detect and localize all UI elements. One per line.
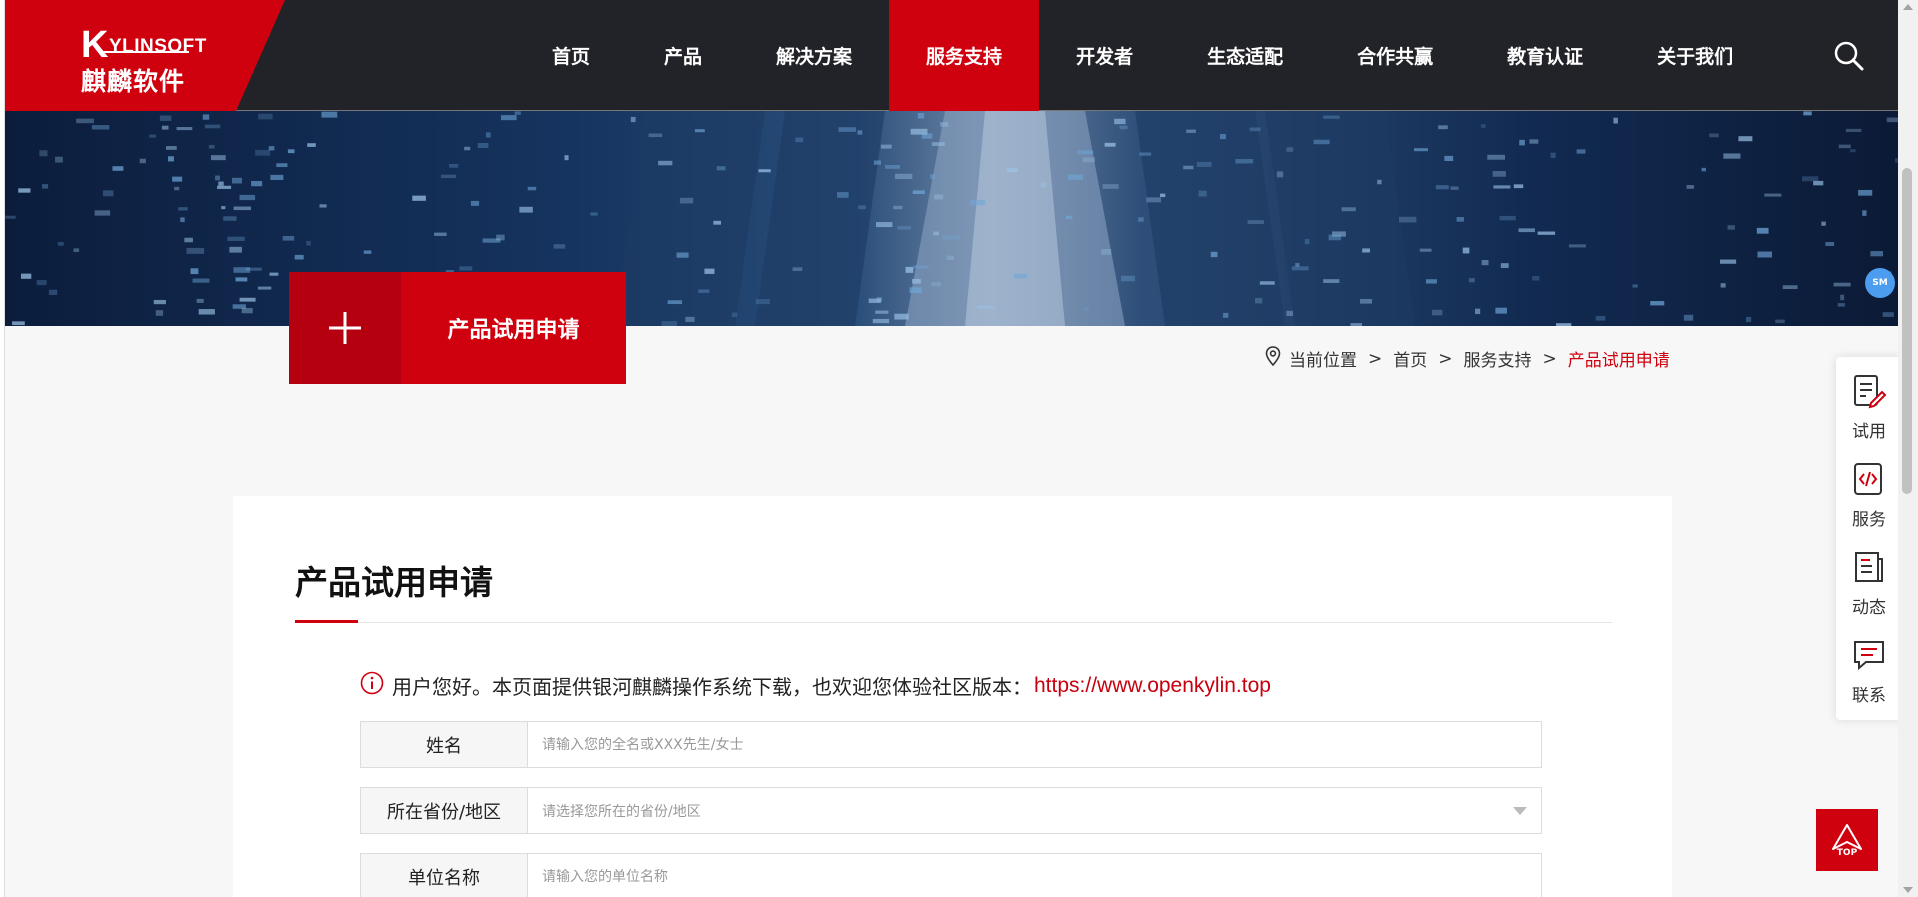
nav-item-home[interactable]: 首页 [515,0,627,111]
search-icon[interactable] [1831,38,1867,74]
breadcrumb-separator: > [1542,348,1557,369]
breadcrumb-separator: > [1438,348,1453,369]
title-accent-bar [295,620,358,623]
scrollbar-thumb[interactable] [1902,168,1912,494]
side-tool-contact[interactable]: 联系 [1836,637,1902,717]
code-document-icon [1851,461,1887,501]
field-label-name: 姓名 [361,722,528,767]
field-label-company: 单位名称 [361,854,528,897]
province-select[interactable]: 请选择您所在的省份/地区 [528,788,1541,833]
logo-english: KYLINSOFT [81,24,207,66]
province-select-placeholder: 请选择您所在的省份/地区 [542,803,701,820]
nav-item-developers[interactable]: 开发者 [1039,0,1170,111]
form-title: 产品试用申请 [295,563,493,602]
title-divider [295,622,1612,623]
site-header: KYLINSOFT 麒麟软件 首页 产品 解决方案 服务支持 开发者 生态适配 … [5,0,1898,111]
side-toolbar: 试用 服务 动态 联系 [1836,357,1902,720]
side-tool-label: 服务 [1852,510,1886,530]
nav-item-education[interactable]: 教育认证 [1470,0,1620,111]
nav-item-about[interactable]: 关于我们 [1620,0,1770,111]
page: KYLINSOFT 麒麟软件 首页 产品 解决方案 服务支持 开发者 生态适配 … [0,0,1918,897]
form-row-province: 所在省份/地区 请选择您所在的省份/地区 [360,787,1542,834]
nav-item-service-support[interactable]: 服务支持 [889,0,1040,111]
scroll-down-arrow[interactable] [1903,887,1913,893]
page-title-tile: 产品试用申请 [289,272,626,384]
field-label-province: 所在省份/地区 [361,788,528,833]
company-input[interactable] [542,868,1541,885]
form-card: 产品试用申请 用户您好。本页面提供银河麒麟操作系统下载，也欢迎您体验社区版本： … [233,496,1672,897]
back-to-top-button[interactable]: TOP [1816,809,1878,871]
nav-item-ecosystem[interactable]: 生态适配 [1170,0,1320,111]
chevron-down-icon [1513,807,1527,815]
side-tool-news[interactable]: 动态 [1836,549,1902,629]
logo-chinese: 麒麟软件 [81,67,186,96]
nav-item-partners[interactable]: 合作共赢 [1320,0,1470,111]
notice: 用户您好。本页面提供银河麒麟操作系统下载，也欢迎您体验社区版本： https:/… [360,671,1271,700]
chat-message-icon [1851,637,1887,677]
name-field-wrap [528,722,1541,767]
main-nav: 首页 产品 解决方案 服务支持 开发者 生态适配 合作共赢 教育认证 关于我们 [515,0,1770,111]
breadcrumb-service-support[interactable]: 服务支持 [1464,346,1532,371]
plus-icon [289,272,401,384]
scrollbar[interactable] [1898,0,1918,897]
page-title-tile-label: 产品试用申请 [401,272,626,384]
scroll-up-arrow[interactable] [1903,4,1913,10]
nav-item-solutions[interactable]: 解决方案 [739,0,889,111]
name-input[interactable] [542,736,1541,753]
edit-document-icon [1851,373,1887,413]
logo[interactable]: KYLINSOFT 麒麟软件 [5,0,285,111]
company-field-wrap [528,854,1541,897]
side-tool-trial[interactable]: 试用 [1836,373,1902,453]
sm-badge[interactable]: SM [1865,268,1895,298]
breadcrumb-separator: > [1368,348,1383,369]
side-tool-service[interactable]: 服务 [1836,461,1902,541]
news-document-icon [1851,549,1887,589]
breadcrumb-current: 产品试用申请 [1567,351,1670,371]
breadcrumb-home[interactable]: 首页 [1393,346,1427,371]
side-tool-label: 试用 [1852,422,1886,442]
side-tool-label: 动态 [1852,598,1886,618]
form-row-name: 姓名 [360,721,1542,768]
breadcrumb: 当前位置 > 首页 > 服务支持 > 产品试用申请 [1265,346,1670,371]
form-row-company: 单位名称 [360,853,1542,897]
nav-item-products[interactable]: 产品 [627,0,739,111]
breadcrumb-label: 当前位置 [1289,351,1357,371]
notice-text: 用户您好。本页面提供银河麒麟操作系统下载，也欢迎您体验社区版本： [392,675,1032,699]
back-to-top-label: TOP [1836,848,1858,858]
location-pin-icon [1265,346,1281,371]
side-tool-label: 联系 [1852,686,1886,706]
logo-divider [101,51,189,53]
info-icon [360,671,384,700]
openkylin-link[interactable]: https://www.openkylin.top [1034,674,1271,698]
